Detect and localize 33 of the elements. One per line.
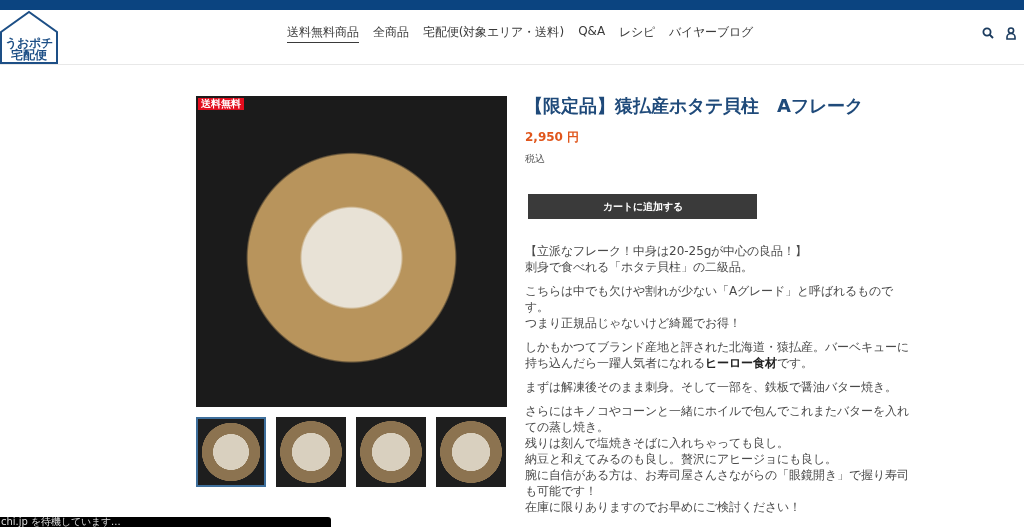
nav-link[interactable]: 宅配便(対象エリア・送料): [422, 23, 565, 43]
description-text: 刺身で食べれる「ホタテ貝柱」の二級品。: [525, 259, 754, 275]
free-shipping-badge: 送料無料: [198, 98, 244, 110]
status-bar: chi.jp を待機しています...: [0, 517, 331, 527]
description-text: 残りは刻んで塩焼きそばに入れちゃっても良し。: [525, 435, 790, 451]
description-text: こちらは中でも欠けや割れが少ない「Aグレード」と呼ばれるものです。: [525, 283, 895, 315]
add-to-cart-button[interactable]: カートに追加する: [528, 194, 757, 219]
thumbnail-image[interactable]: [196, 417, 266, 487]
tax-note: 税込: [525, 152, 546, 166]
nav-link[interactable]: Q&A: [578, 23, 606, 43]
thumbnail-image[interactable]: [276, 417, 346, 487]
description-text: 納豆と和えてみるのも良し。贅沢にアヒージョにも良し。: [525, 451, 838, 467]
nav-link[interactable]: 送料無料商品: [286, 23, 359, 43]
thumbnail-image[interactable]: [436, 417, 506, 487]
product-title: 【限定品】猿払産ホタテ貝柱 Aフレーク: [525, 96, 864, 116]
description-text: 【立派なフレーク！中身は20-25gが中心の良品！】: [525, 243, 809, 259]
product-price: 2,950 円: [525, 129, 581, 146]
description-text: 腕に自信がある方は、お寿司屋さんさながらの「眼鏡開き」で握り寿司も可能です！: [525, 467, 910, 499]
site-logo[interactable]: うおポチ 宅配便: [0, 10, 58, 64]
thumbnail-image[interactable]: [356, 417, 426, 487]
search-icon[interactable]: [982, 27, 994, 39]
account-icon[interactable]: [1006, 26, 1016, 40]
nav-link[interactable]: 全商品: [372, 23, 409, 43]
description-text: さらにはキノコやコーンと一緒にホイルで包んでこれまたバターを入れての蒸し焼き。: [525, 403, 910, 435]
description-text: しかもかつてブランド産地と評された北海道・猿払産。バーベキューに持ち込んだら一躍人気者になれるヒーロー食材です。: [525, 339, 910, 371]
logo-text: 宅配便: [11, 49, 47, 61]
nav-link[interactable]: バイヤーブログ: [669, 23, 754, 43]
description-text: 在庫に限りありますのでお早めにご検討ください！: [525, 499, 802, 515]
description-text: つまり正規品じゃないけど綺麗でお得！: [525, 315, 742, 331]
description-text: まずは解凍後そのまま刺身。そして一部を、鉄板で醤油バター焼き。: [525, 379, 898, 395]
house-outline-icon: [0, 10, 58, 64]
logo-text: うおポチ: [5, 37, 53, 49]
nav-link[interactable]: レシピ: [619, 23, 656, 43]
